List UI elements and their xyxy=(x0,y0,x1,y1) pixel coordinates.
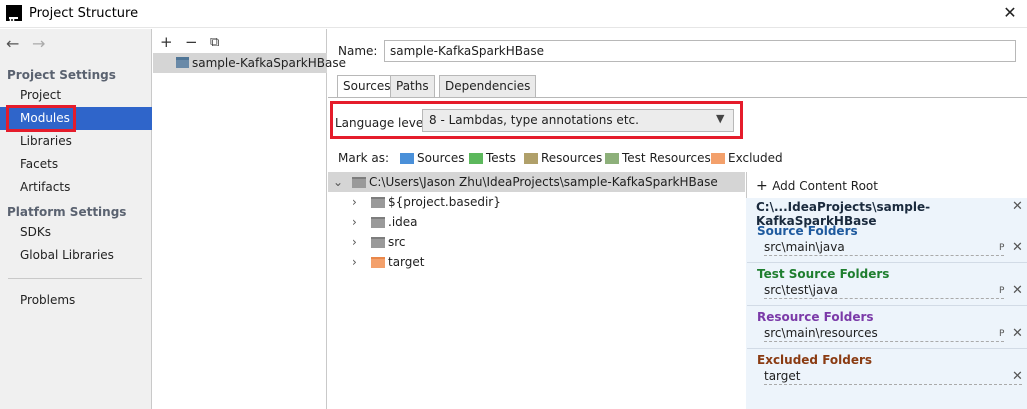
group-divider xyxy=(747,262,1027,263)
sidebar-item-global-libraries[interactable]: Global Libraries xyxy=(0,244,152,267)
resources-folder-icon xyxy=(524,153,538,164)
mark-as-excluded[interactable]: Excluded xyxy=(728,151,783,165)
sidebar-divider xyxy=(8,278,142,279)
section-project-settings: Project Settings xyxy=(7,68,116,82)
mark-as-label: Mark as: xyxy=(338,151,390,165)
window-title: Project Structure xyxy=(29,6,139,21)
remove-content-root-icon[interactable]: ✕ xyxy=(1012,199,1023,214)
add-icon: + xyxy=(756,178,773,194)
tree-item[interactable]: target xyxy=(388,255,425,269)
title-bar xyxy=(0,0,1027,28)
source-folder-path[interactable]: src\main\java xyxy=(764,240,1004,256)
test-source-folders-header: Test Source Folders xyxy=(757,267,890,281)
sources-folder-icon xyxy=(400,153,414,164)
resource-folder-path[interactable]: src\main\resources xyxy=(764,326,1004,342)
sidebar-item-problems[interactable]: Problems xyxy=(0,289,152,312)
group-divider xyxy=(747,305,1027,306)
back-arrow-icon[interactable]: ← xyxy=(6,34,19,53)
name-label: Name: xyxy=(338,44,378,58)
remove-icon[interactable]: ✕ xyxy=(1012,283,1023,298)
excluded-folder-icon xyxy=(711,153,725,164)
folder-icon xyxy=(371,237,385,248)
edit-properties-icon[interactable]: P xyxy=(999,329,1004,339)
sidebar-item-artifacts[interactable]: Artifacts xyxy=(0,176,152,199)
module-folder-icon xyxy=(176,57,189,68)
chevron-down-icon[interactable]: ⌄ xyxy=(333,175,343,189)
add-icon[interactable]: + xyxy=(160,33,173,51)
tab-sources[interactable]: Sources xyxy=(337,75,397,98)
sidebar-item-libraries[interactable]: Libraries xyxy=(0,130,152,153)
remove-icon[interactable]: ✕ xyxy=(1012,240,1023,255)
intellij-logo-icon: IJ xyxy=(6,5,22,26)
chevron-down-icon[interactable]: ▼ xyxy=(716,112,724,125)
close-icon[interactable]: ✕ xyxy=(1000,3,1020,23)
module-name-input[interactable]: sample-KafkaSparkHBase xyxy=(384,40,1016,62)
language-level-label: Language level: xyxy=(335,116,431,130)
highlight-box-modules xyxy=(6,105,76,132)
forward-arrow-icon[interactable]: → xyxy=(32,34,45,53)
tab-paths[interactable]: Paths xyxy=(390,75,435,98)
excluded-folder-icon xyxy=(371,257,385,268)
sidebar-item-project[interactable]: Project xyxy=(0,84,152,107)
modules-list xyxy=(153,29,327,409)
mark-as-resources[interactable]: Resources xyxy=(541,151,602,165)
group-divider xyxy=(747,348,1027,349)
excluded-folder-path[interactable]: target xyxy=(764,369,1022,385)
tree-root-label: C:\Users\Jason Zhu\IdeaProjects\sample-K… xyxy=(369,175,718,189)
mark-as-sources[interactable]: Sources xyxy=(417,151,464,165)
chevron-right-icon[interactable]: › xyxy=(352,255,357,269)
test-resources-folder-icon xyxy=(605,153,619,164)
add-content-root-button[interactable]: + Add Content Root xyxy=(756,178,878,194)
resource-folders-header: Resource Folders xyxy=(757,310,874,324)
source-folders-header: Source Folders xyxy=(757,224,858,238)
add-content-root-label: Add Content Root xyxy=(772,179,878,193)
copy-icon[interactable]: ⧉ xyxy=(210,35,219,50)
section-platform-settings: Platform Settings xyxy=(7,205,127,219)
tree-item[interactable]: .idea xyxy=(388,215,418,229)
edit-properties-icon[interactable]: P xyxy=(999,243,1004,253)
module-name: sample-KafkaSparkHBase xyxy=(192,56,347,70)
edit-properties-icon[interactable]: P xyxy=(999,286,1004,296)
folder-icon xyxy=(352,177,366,188)
sidebar-item-sdks[interactable]: SDKs xyxy=(0,221,152,244)
folder-icon xyxy=(371,217,385,228)
mark-as-test-resources[interactable]: Test Resources xyxy=(622,151,711,165)
tab-divider xyxy=(328,97,1027,98)
remove-icon[interactable]: ✕ xyxy=(1012,326,1023,341)
remove-icon[interactable]: − xyxy=(185,33,198,51)
test-source-folder-path[interactable]: src\test\java xyxy=(764,283,1004,299)
sidebar-item-facets[interactable]: Facets xyxy=(0,153,152,176)
chevron-right-icon[interactable]: › xyxy=(352,215,357,229)
folder-icon xyxy=(371,197,385,208)
tree-item[interactable]: src xyxy=(388,235,406,249)
tree-item[interactable]: ${project.basedir} xyxy=(388,195,501,209)
tests-folder-icon xyxy=(469,153,483,164)
excluded-folders-header: Excluded Folders xyxy=(757,353,873,367)
language-level-select[interactable]: 8 - Lambdas, type annotations etc. xyxy=(422,109,734,132)
remove-icon[interactable]: ✕ xyxy=(1012,369,1023,384)
mark-as-tests[interactable]: Tests xyxy=(486,151,516,165)
chevron-right-icon[interactable]: › xyxy=(352,235,357,249)
chevron-right-icon[interactable]: › xyxy=(352,195,357,209)
tab-dependencies[interactable]: Dependencies xyxy=(439,75,537,98)
